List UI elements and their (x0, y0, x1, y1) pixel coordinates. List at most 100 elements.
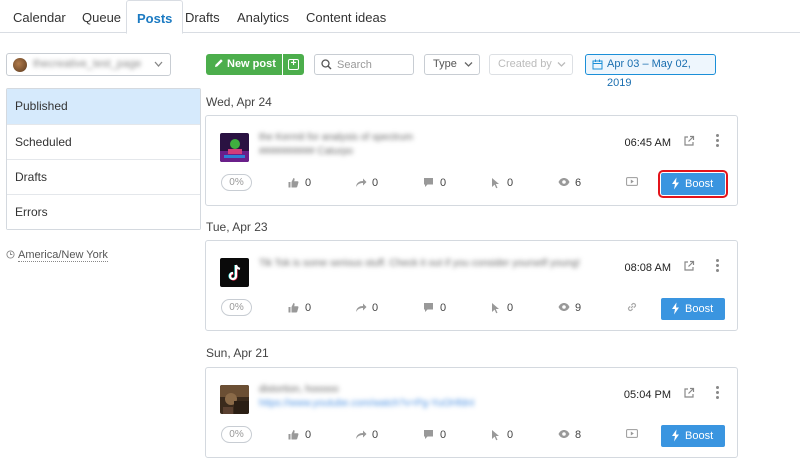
engagement-badge: 0% (221, 174, 252, 191)
more-options-icon[interactable] (716, 134, 720, 149)
tab-posts[interactable]: Posts (126, 0, 184, 34)
clock-icon (6, 250, 15, 259)
day-heading: Sun, Apr 21 (206, 346, 269, 360)
day-heading: Wed, Apr 24 (206, 95, 272, 109)
tab-queue[interactable]: Queue (82, 0, 121, 33)
link-icon[interactable] (626, 301, 638, 316)
new-post-button[interactable]: New post (206, 54, 282, 75)
profile-select[interactable]: thecreative_test_page (6, 53, 171, 76)
thumbs-up-icon (288, 178, 299, 188)
comment-icon (424, 178, 433, 187)
thumbs-up-icon (288, 303, 299, 313)
video-icon[interactable] (626, 428, 638, 442)
post-card: Tik Tok is some serious stuff. Check it … (205, 240, 738, 331)
post-thumbnail[interactable] (220, 133, 249, 162)
created-by-filter[interactable]: Created by (489, 54, 573, 75)
search-icon (321, 59, 332, 70)
plus-square-icon: + (288, 59, 299, 70)
eye-icon (558, 430, 570, 438)
engagement-badge: 0% (221, 426, 252, 443)
tab-calendar[interactable]: Calendar (13, 0, 66, 33)
cursor-icon (492, 303, 499, 314)
day-heading: Tue, Apr 23 (206, 220, 268, 234)
comments-count: 0 (440, 177, 447, 189)
engagement-badge: 0% (221, 299, 252, 316)
new-post-options-button[interactable]: + (283, 54, 304, 75)
comments-count: 0 (440, 302, 447, 314)
external-link-icon[interactable] (683, 260, 695, 275)
lightning-icon (672, 302, 679, 315)
chevron-down-icon (464, 55, 473, 81)
boost-button[interactable]: Boost (661, 298, 725, 320)
menu-item-errors[interactable]: Errors (7, 194, 200, 229)
menu-item-drafts[interactable]: Drafts (7, 159, 200, 194)
search-input[interactable]: Search (314, 54, 414, 75)
clicks-count: 0 (507, 429, 514, 441)
calendar-icon (592, 59, 603, 70)
post-text-line: Tik Tok is some serious stuff. Check it … (259, 258, 581, 269)
post-thumbnail[interactable] (220, 385, 249, 414)
eye-icon (558, 303, 570, 311)
views-count: 9 (575, 302, 582, 314)
comment-icon (424, 303, 433, 312)
boost-label: Boost (685, 430, 714, 442)
tab-analytics[interactable]: Analytics (237, 0, 289, 33)
pencil-icon (215, 59, 223, 67)
clicks-count: 0 (507, 177, 514, 189)
post-text-line: distortion, hooooo (259, 384, 339, 395)
avatar (13, 58, 27, 72)
post-text: the Kermit for analysis of spectrum ####… (259, 131, 413, 159)
date-range-picker[interactable]: Apr 03 – May 02, 2019 (585, 54, 716, 89)
timezone-label: America/New York (18, 249, 108, 262)
lightning-icon (672, 177, 679, 190)
chevron-down-icon (154, 57, 163, 74)
timezone[interactable]: America/New York (6, 249, 108, 262)
views-count: 6 (575, 177, 582, 189)
external-link-icon[interactable] (683, 387, 695, 402)
date-range-label: Apr 03 – May 02, 2019 (607, 58, 691, 89)
eye-icon (558, 178, 570, 186)
post-time: 06:45 AM (624, 137, 671, 149)
menu-item-scheduled[interactable]: Scheduled (7, 124, 200, 159)
post-thumbnail[interactable] (220, 258, 249, 287)
share-arrow-icon (356, 430, 367, 439)
views-count: 8 (575, 429, 582, 441)
likes-count: 0 (305, 429, 312, 441)
shares-count: 0 (372, 302, 379, 314)
more-options-icon[interactable] (716, 386, 720, 401)
share-arrow-icon (356, 178, 367, 187)
boost-label: Boost (685, 178, 714, 190)
post-card: distortion, hooooo https://www.youtube.c… (205, 367, 738, 458)
post-card: the Kermit for analysis of spectrum ####… (205, 115, 738, 206)
new-post-label: New post (227, 58, 276, 70)
post-link[interactable]: https://www.youtube.com/watch?v=Pg-YuOHf… (259, 397, 474, 411)
cursor-icon (492, 430, 499, 441)
share-arrow-icon (356, 303, 367, 312)
likes-count: 0 (305, 177, 312, 189)
boost-button[interactable]: Boost (658, 170, 728, 198)
likes-count: 0 (305, 302, 312, 314)
external-link-icon[interactable] (683, 135, 695, 150)
search-placeholder: Search (337, 59, 372, 71)
post-text: Tik Tok is some serious stuff. Check it … (259, 257, 580, 271)
post-time: 08:08 AM (624, 262, 671, 274)
more-options-icon[interactable] (716, 259, 720, 274)
post-text-line: the Kermit for analysis of spectrum (259, 132, 413, 143)
post-status-menu: Published Scheduled Drafts Errors (6, 88, 201, 230)
menu-item-published[interactable]: Published (7, 89, 200, 124)
type-filter[interactable]: Type (424, 54, 480, 75)
post-time: 05:04 PM (623, 389, 671, 401)
main-tabs: Calendar Queue Posts Drafts Analytics Co… (0, 0, 800, 34)
post-text: distortion, hooooo https://www.youtube.c… (259, 383, 474, 411)
post-text-line: ########## Caturpo (259, 146, 353, 157)
thumbs-up-icon (288, 430, 299, 440)
shares-count: 0 (372, 429, 379, 441)
tab-content-ideas[interactable]: Content ideas (306, 0, 386, 33)
comment-icon (424, 430, 433, 439)
cursor-icon (492, 178, 499, 189)
boost-button[interactable]: Boost (661, 425, 725, 447)
profile-name: thecreative_test_page (33, 58, 142, 70)
tab-drafts[interactable]: Drafts (185, 0, 220, 33)
lightning-icon (672, 429, 679, 442)
video-icon[interactable] (626, 176, 638, 190)
